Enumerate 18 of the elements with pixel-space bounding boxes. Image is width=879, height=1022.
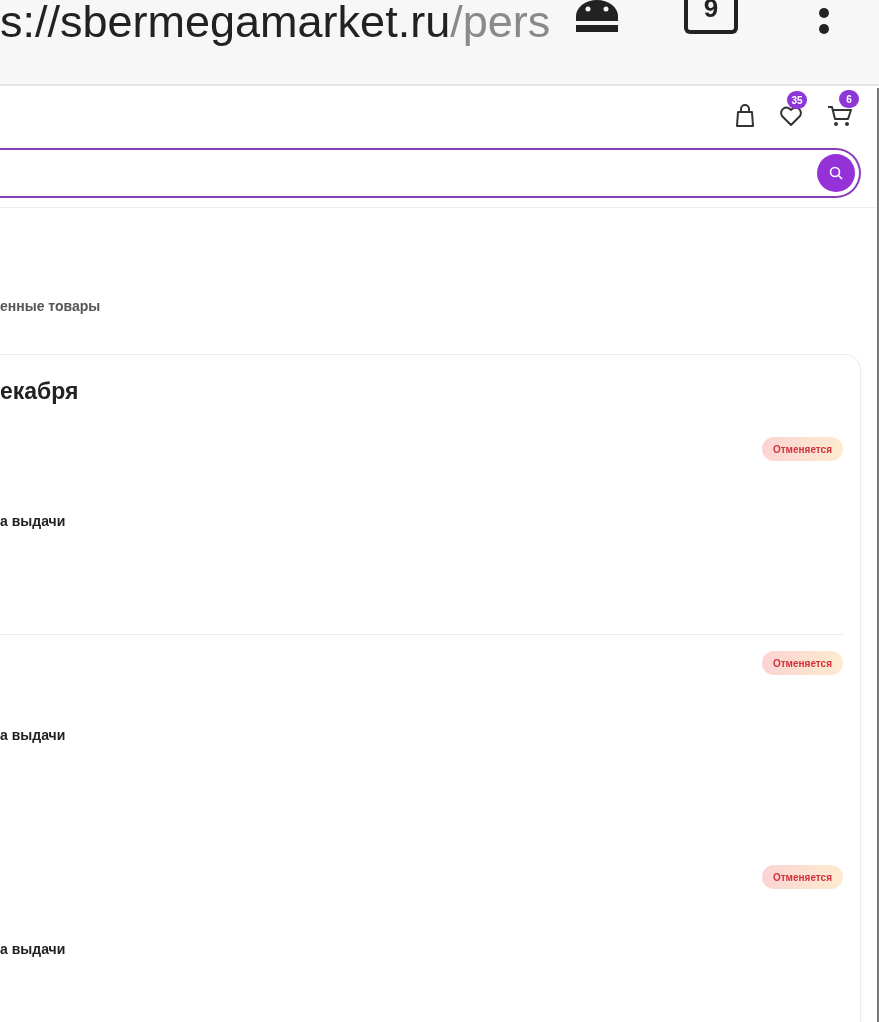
status-badge: Отменяется [761, 651, 843, 675]
pickup-label: а выдачи [0, 940, 66, 959]
status-badge: Отменяется [761, 437, 843, 461]
pickup-label: а выдачи [0, 512, 66, 531]
order-group-title: екабря [0, 377, 79, 406]
pickup-label: а выдачи [0, 726, 66, 745]
cart-badge: 6 [839, 90, 859, 108]
status-badge: Отменяется [761, 865, 843, 889]
search-field[interactable] [0, 148, 861, 198]
heart-icon[interactable] [779, 105, 803, 127]
menu-icon[interactable] [818, 8, 830, 34]
search-icon [829, 166, 843, 180]
tab-link[interactable]: енные товары [0, 296, 101, 316]
bag-icon[interactable] [735, 104, 755, 128]
favorites-badge: 35 [787, 91, 807, 109]
search-button[interactable] [817, 154, 855, 192]
url-text[interactable]: s://sbermegamarket.ru/pers [0, 0, 560, 50]
cart-icon[interactable] [827, 104, 853, 128]
